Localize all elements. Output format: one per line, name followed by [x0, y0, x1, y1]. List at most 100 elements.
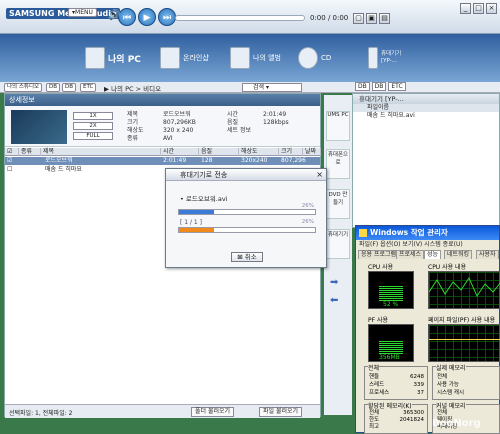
table-header: ☑ 종류 제목 시간 음질 해상도 크기 날짜: [5, 148, 321, 156]
zoom-1x-button[interactable]: 1X: [73, 112, 113, 120]
my-studio-button[interactable]: 나의 스튜디오: [4, 83, 43, 92]
detail-keys: 제목 크기 해상도 종류: [127, 111, 144, 142]
tab-device[interactable]: 휴대기기: [326, 229, 350, 259]
tab-performance[interactable]: 성능: [424, 250, 442, 259]
nav-my-album[interactable]: 나의 앨범: [230, 42, 281, 74]
col-resolution[interactable]: 해상도: [239, 148, 279, 156]
nav-my-pc[interactable]: 나의 PC: [85, 42, 141, 74]
nav-label: CD: [321, 54, 332, 62]
device-col-filename[interactable]: 파일이름: [353, 104, 499, 112]
task-manager-title: Windows 작업 관리자: [356, 226, 499, 240]
detail-values: 로드오브워 807,296KB 320 x 240 AVI: [163, 111, 196, 142]
task-manager-tabs: 응용 프로그램 프로세스 성능 네트워킹 사용자: [356, 249, 499, 259]
transfer-right-icon[interactable]: ➡: [330, 277, 338, 288]
file-progress: [178, 209, 316, 215]
main-nav: 나의 PC 온라인샵 나의 앨범 CD 휴대기기 [YP-...: [0, 34, 500, 82]
transfer-left-icon[interactable]: ⬅: [330, 295, 338, 306]
dialog-title: 휴대기기로 전송: [166, 169, 326, 181]
detail-keys-2: 시간 음질 세트 정보: [227, 111, 251, 134]
device-icon: [368, 47, 378, 69]
pf-history-label: 페이지 파일(PF) 사용 내용: [428, 317, 496, 324]
row-checkbox[interactable]: ☑: [7, 157, 12, 165]
row-resolution: 320x240: [241, 157, 268, 164]
tab-ums-pc[interactable]: UMS PC: [326, 111, 350, 141]
play-button[interactable]: ▶: [138, 8, 156, 26]
tab-users[interactable]: 사용자: [476, 250, 499, 259]
db-button-right-2[interactable]: DB: [371, 82, 387, 91]
db-button-right[interactable]: DB: [355, 82, 370, 91]
nav-label: 휴대기기 [YP-...: [381, 51, 402, 64]
transfer-tabs: UMS PC 휴대폰으로 DVD 만들기 휴대기기 ➡ ⬅: [324, 95, 352, 415]
totals-keys: 핸들 스레드 프로세스: [369, 374, 390, 396]
col-time[interactable]: 시간: [161, 148, 199, 156]
search-input[interactable]: 검색 ▾: [242, 83, 302, 92]
etc-button-right[interactable]: ETC: [388, 82, 406, 91]
breadcrumb[interactable]: ▶ 나의 PC > 비디오: [104, 83, 161, 93]
mode-button-1[interactable]: ▢: [353, 13, 364, 24]
mode-button-2[interactable]: ▣: [366, 13, 377, 24]
col-date[interactable]: 날짜: [303, 148, 321, 156]
load-folder-button[interactable]: 폴더 불러오기: [191, 407, 235, 417]
next-button[interactable]: ⏭: [158, 8, 176, 26]
col-type[interactable]: 종류: [19, 148, 41, 156]
time-display: 0:00 / 0:00: [310, 14, 349, 22]
tab-applications[interactable]: 응용 프로그램: [358, 250, 400, 259]
nav-label: 온라인샵: [183, 54, 209, 62]
physical-memory-keys: 전체 사용 가능 시스템 캐시: [437, 374, 465, 396]
col-size[interactable]: 크기: [279, 148, 303, 156]
device-panel: 휴대기기 [YP-... 파일이름 매솜 드 히마요.avi: [352, 93, 500, 228]
transfer-dialog: 휴대기기로 전송 × • 로드오브워.avi 26% [ 1 / 1 ] 26%…: [165, 168, 327, 268]
detail-info: 1X 2X FULL 제목 크기 해상도 종류 로드오브워 807,296KB …: [5, 106, 320, 147]
pf-usage-label: PF 사용: [368, 317, 389, 324]
load-file-button[interactable]: 파일 불러오기: [259, 407, 303, 417]
prev-button[interactable]: ⏮: [118, 8, 136, 26]
nav-label: 나의 앨범: [253, 54, 281, 62]
nav-label: 나의 PC: [108, 54, 141, 65]
detail-header: 상세정보: [5, 94, 320, 106]
volume-icon[interactable]: 🔊: [108, 10, 120, 21]
tab-processes[interactable]: 프로세스: [396, 250, 425, 259]
nav-online-shop[interactable]: 온라인샵: [160, 42, 209, 74]
etc-button[interactable]: ETC: [80, 83, 97, 92]
mode-button-3[interactable]: ▤: [379, 13, 390, 24]
transfer-count: [ 1 / 1 ]: [180, 219, 202, 226]
kernel-memory-label: 커널 메모리: [436, 401, 466, 410]
tab-make-dvd[interactable]: DVD 만들기: [326, 189, 350, 219]
col-quality[interactable]: 음질: [199, 148, 239, 156]
commit-values: 365300 2041824: [399, 410, 425, 423]
commit-charge-label: 할당된 메모리(K): [368, 401, 412, 410]
minimize-button[interactable]: _: [460, 3, 471, 14]
dialog-close-icon[interactable]: ×: [316, 170, 323, 179]
col-title[interactable]: 제목: [41, 148, 161, 156]
file-progress-fill: [179, 210, 215, 214]
menu-button[interactable]: ▾MENU: [68, 8, 97, 17]
pf-history-graph: [428, 324, 500, 362]
close-button[interactable]: ×: [486, 3, 497, 14]
device-row[interactable]: 매솜 드 히마요.avi: [353, 112, 499, 120]
zoom-2x-button[interactable]: 2X: [73, 122, 113, 130]
row-title: 로드오브워: [45, 157, 73, 164]
row-title: 매솜 드 히마요: [45, 166, 82, 173]
cancel-button[interactable]: ⊠ 취소: [231, 252, 263, 262]
task-manager-window: Windows 작업 관리자 파일(F) 옵션(O) 보기(V) 시스템 종료(…: [355, 225, 500, 434]
nav-cd[interactable]: CD: [298, 42, 331, 74]
cpu-usage-label: CPU 사용: [368, 264, 394, 271]
task-manager-menu[interactable]: 파일(F) 옵션(O) 보기(V) 시스템 종료(U): [356, 240, 499, 249]
pf-history-line: [429, 339, 500, 340]
pf-usage-value: 356MB: [379, 354, 400, 361]
table-row[interactable]: ☑ 로드오브워 2:01:49 128 320x240 807,296: [5, 157, 320, 165]
nav-device[interactable]: 휴대기기 [YP-...: [368, 42, 401, 74]
total-progress-fill: [179, 228, 215, 232]
maximize-button[interactable]: □: [473, 3, 484, 14]
cpu-usage-meter: 52 %: [368, 271, 414, 309]
db-button-2[interactable]: DB: [62, 83, 77, 92]
row-checkbox[interactable]: ☐: [7, 166, 12, 174]
tab-networking[interactable]: 네트워킹: [444, 250, 473, 259]
album-icon: [230, 47, 250, 69]
seek-bar[interactable]: [175, 15, 305, 21]
db-button[interactable]: DB: [46, 83, 61, 92]
physical-memory-label: 실제 메모리: [436, 363, 466, 372]
col-check[interactable]: ☑: [5, 148, 19, 156]
tab-to-phone[interactable]: 휴대폰으로: [326, 149, 350, 179]
zoom-full-button[interactable]: FULL: [73, 132, 113, 140]
